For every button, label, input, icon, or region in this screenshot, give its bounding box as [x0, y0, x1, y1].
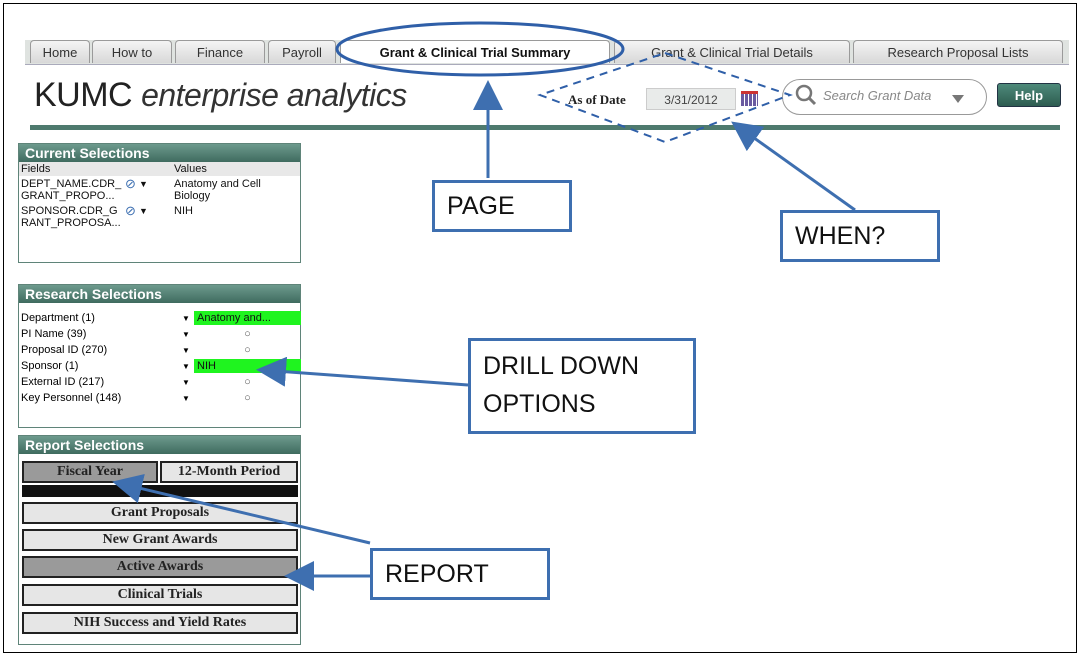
- callout-line: OPTIONS: [483, 390, 596, 418]
- callout-drill-down: DRILL DOWN OPTIONS: [468, 338, 696, 434]
- callout-when: WHEN?: [780, 210, 940, 262]
- when-arrow: [731, 121, 856, 212]
- callout-page: PAGE: [432, 180, 572, 232]
- fiscal-year-arrow: [112, 473, 371, 545]
- when-highlight-diamond: [537, 51, 793, 144]
- page-highlight-ellipse: [335, 21, 625, 77]
- drill-down-arrow: [256, 356, 469, 387]
- callout-line: DRILL DOWN: [483, 352, 640, 380]
- callout-report: REPORT: [370, 548, 550, 600]
